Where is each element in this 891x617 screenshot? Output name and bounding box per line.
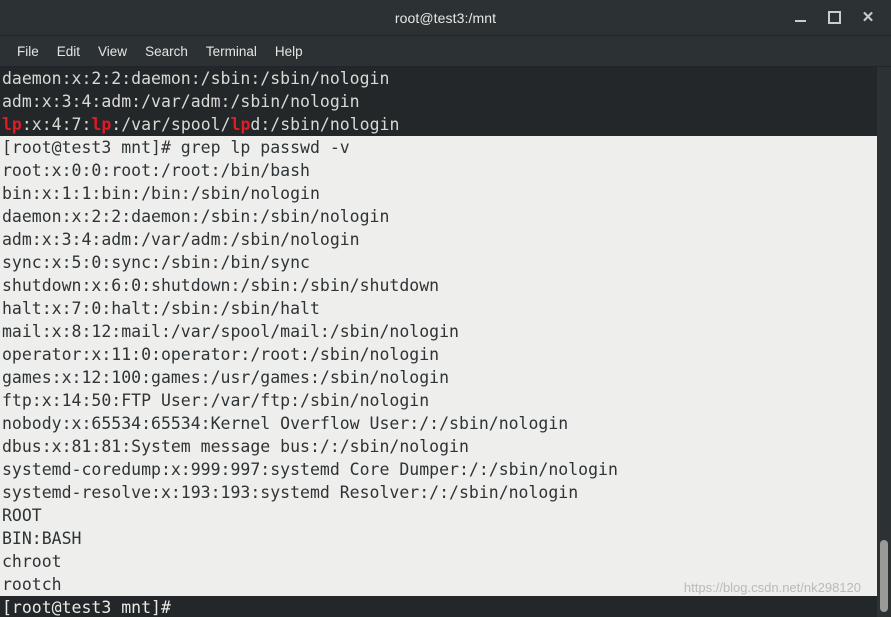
terminal-line: daemon:x:2:2:daemon:/sbin:/sbin/nologin [2, 207, 390, 226]
maximize-button[interactable] [817, 0, 851, 35]
terminal-area: daemon:x:2:2:daemon:/sbin:/sbin/nologin a… [0, 67, 891, 617]
terminal-line: nobody:x:65534:65534:Kernel Overflow Use… [2, 414, 569, 433]
terminal-line: [root@test3 mnt]# [0, 596, 877, 617]
menu-item-edit[interactable]: Edit [48, 41, 89, 62]
minimize-icon [794, 20, 806, 22]
terminal-line: games:x:12:100:games:/usr/games:/sbin/no… [2, 368, 450, 387]
menu-item-help[interactable]: Help [266, 41, 312, 62]
close-button[interactable]: ✕ [851, 0, 885, 35]
close-icon: ✕ [861, 9, 875, 26]
terminal-scrollbar[interactable] [877, 67, 891, 617]
terminal-line: bin:x:1:1:bin:/bin:/sbin/nologin [2, 184, 320, 203]
terminal-line: rootch [2, 575, 62, 594]
terminal-line: ROOT [2, 506, 42, 525]
menu-bar: File Edit View Search Terminal Help [0, 36, 891, 67]
terminal-line: operator:x:11:0:operator:/root:/sbin/nol… [2, 345, 440, 364]
terminal-line: systemd-coredump:x:999:997:systemd Core … [2, 460, 618, 479]
grep-match: lp [230, 115, 251, 134]
terminal-line: systemd-resolve:x:193:193:systemd Resolv… [2, 483, 579, 502]
terminal-line: dbus:x:81:81:System message bus:/:/sbin/… [2, 437, 469, 456]
terminal-line: ftp:x:14:50:FTP User:/var/ftp:/sbin/nolo… [2, 391, 430, 410]
window-controls: ✕ [783, 0, 885, 35]
terminal-line: root:x:0:0:root:/root:/bin/bash [2, 161, 310, 180]
grep-match: lp [91, 115, 112, 134]
maximize-icon [827, 11, 841, 24]
terminal-line: lp:x:4:7:lp:/var/spool/lpd:/sbin/nologin [0, 113, 877, 136]
grep-match: lp [2, 115, 22, 134]
terminal-line: sync:x:5:0:sync:/sbin:/bin/sync [2, 253, 310, 272]
minimize-button[interactable] [783, 0, 817, 35]
scrollbar-thumb[interactable] [880, 540, 888, 612]
terminal-output[interactable]: daemon:x:2:2:daemon:/sbin:/sbin/nologin a… [0, 67, 877, 617]
menu-item-terminal[interactable]: Terminal [197, 41, 266, 62]
terminal-line: BIN:BASH [2, 529, 82, 548]
menu-item-view[interactable]: View [89, 41, 136, 62]
title-bar[interactable]: root@test3:/mnt ✕ [0, 0, 891, 36]
terminal-line: mail:x:8:12:mail:/var/spool/mail:/sbin/n… [2, 322, 459, 341]
menu-item-search[interactable]: Search [136, 41, 197, 62]
terminal-line: adm:x:3:4:adm:/var/adm:/sbin/nologin [0, 90, 877, 113]
terminal-lines: daemon:x:2:2:daemon:/sbin:/sbin/nologin a… [0, 67, 877, 617]
terminal-line: daemon:x:2:2:daemon:/sbin:/sbin/nologin [0, 67, 877, 90]
window-title: root@test3:/mnt [394, 9, 497, 26]
terminal-line: [root@test3 mnt]# grep lp passwd -v [2, 138, 350, 157]
terminal-window: root@test3:/mnt ✕ File Edit View Search Term… [0, 0, 891, 617]
terminal-line: shutdown:x:6:0:shutdown:/sbin:/sbin/shut… [2, 276, 440, 295]
terminal-line: adm:x:3:4:adm:/var/adm:/sbin/nologin [2, 230, 360, 249]
menu-item-file[interactable]: File [8, 41, 48, 62]
terminal-line: halt:x:7:0:halt:/sbin:/sbin/halt [2, 299, 320, 318]
terminal-line: chroot [2, 552, 62, 571]
